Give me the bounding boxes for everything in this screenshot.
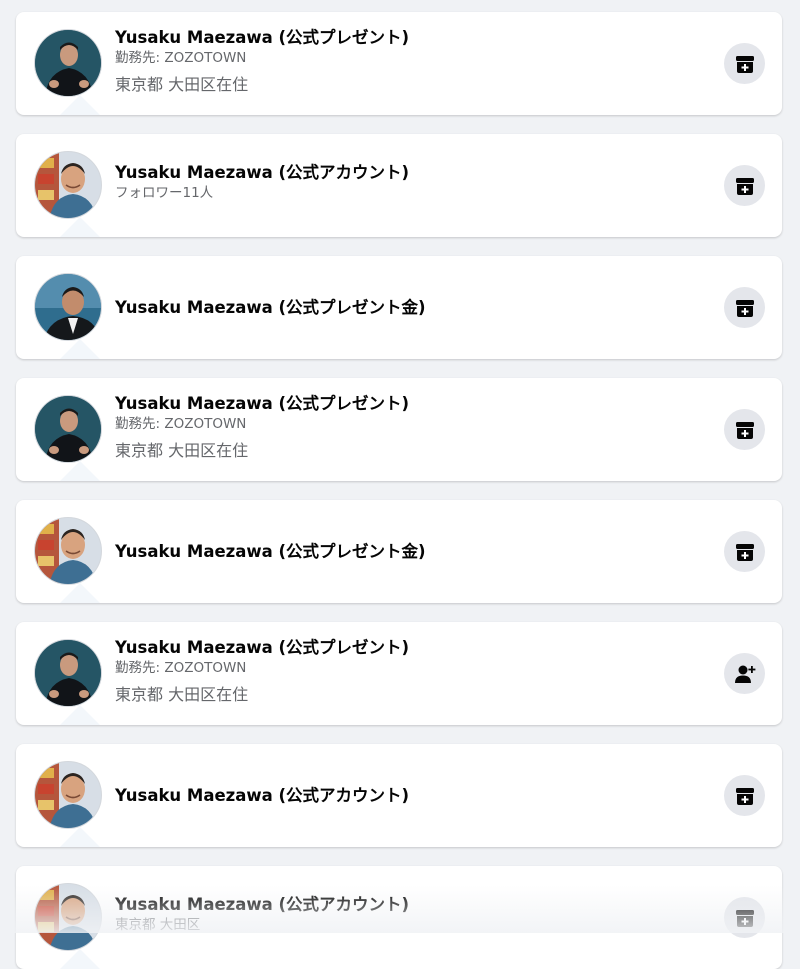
profile-location: 東京都 大田区在住 [115,75,249,94]
profile-avatar[interactable] [34,29,102,97]
result-card[interactable]: Yusaku Maezawa (公式プレゼント) 勤務先: ZOZOTOWN 東… [16,378,782,481]
profile-name[interactable]: Yusaku Maezawa (公式アカウント) [115,162,692,184]
add-to-box-icon [735,55,754,73]
profile-avatar[interactable] [34,639,102,707]
add-to-box-icon [735,299,754,317]
result-card[interactable]: Yusaku Maezawa (公式アカウント) 東京都 大田区 [16,866,782,969]
card-action-button[interactable] [724,165,765,206]
result-text: Yusaku Maezawa (公式プレゼント) 勤務先: ZOZOTOWN 東… [115,378,692,481]
add-friend-icon [734,665,755,683]
result-text: Yusaku Maezawa (公式アカウント) [115,744,692,847]
profile-name[interactable]: Yusaku Maezawa (公式プレゼント金) [115,297,692,319]
profile-subtitle: 勤務先: ZOZOTOWN [115,416,247,432]
add-to-box-icon [735,909,754,927]
profile-avatar[interactable] [34,761,102,829]
result-text: Yusaku Maezawa (公式プレゼント) 勤務先: ZOZOTOWN 東… [115,12,692,115]
result-text: Yusaku Maezawa (公式アカウント) 東京都 大田区 [115,866,692,969]
profile-subtitle: 勤務先: ZOZOTOWN [115,660,247,676]
card-action-button[interactable] [724,531,765,572]
profile-subtitle: 東京都 大田区 [115,917,201,933]
profile-name[interactable]: Yusaku Maezawa (公式アカウント) [115,894,692,916]
profile-name[interactable]: Yusaku Maezawa (公式プレゼント) [115,27,692,49]
profile-subtitle: フォロワー11人 [115,185,214,201]
profile-avatar[interactable] [34,395,102,463]
card-action-button[interactable] [724,409,765,450]
card-action-button[interactable] [724,653,765,694]
add-to-box-icon [735,177,754,195]
result-card[interactable]: Yusaku Maezawa (公式プレゼント) 勤務先: ZOZOTOWN 東… [16,12,782,115]
profile-name[interactable]: Yusaku Maezawa (公式プレゼント) [115,637,692,659]
profile-name[interactable]: Yusaku Maezawa (公式プレゼント金) [115,541,692,563]
profile-avatar[interactable] [34,517,102,585]
profile-location: 東京都 大田区在住 [115,685,249,704]
card-action-button[interactable] [724,775,765,816]
result-card[interactable]: Yusaku Maezawa (公式アカウント) フォロワー11人 [16,134,782,237]
card-action-button[interactable] [724,897,765,938]
result-text: Yusaku Maezawa (公式アカウント) フォロワー11人 [115,134,692,237]
result-card[interactable]: Yusaku Maezawa (公式プレゼント金) [16,256,782,359]
profile-location: 東京都 大田区在住 [115,441,249,460]
profile-subtitle: 勤務先: ZOZOTOWN [115,50,247,66]
profile-name[interactable]: Yusaku Maezawa (公式プレゼント) [115,393,692,415]
profile-name[interactable]: Yusaku Maezawa (公式アカウント) [115,785,692,807]
card-action-button[interactable] [724,43,765,84]
profile-avatar[interactable] [34,883,102,951]
add-to-box-icon [735,543,754,561]
profile-avatar[interactable] [34,151,102,219]
result-text: Yusaku Maezawa (公式プレゼント金) [115,500,692,603]
result-card[interactable]: Yusaku Maezawa (公式アカウント) [16,744,782,847]
result-card[interactable]: Yusaku Maezawa (公式プレゼント金) [16,500,782,603]
result-text: Yusaku Maezawa (公式プレゼント金) [115,256,692,359]
add-to-box-icon [735,787,754,805]
card-action-button[interactable] [724,287,765,328]
result-card[interactable]: Yusaku Maezawa (公式プレゼント) 勤務先: ZOZOTOWN 東… [16,622,782,725]
add-to-box-icon [735,421,754,439]
profile-avatar[interactable] [34,273,102,341]
result-text: Yusaku Maezawa (公式プレゼント) 勤務先: ZOZOTOWN 東… [115,622,692,725]
